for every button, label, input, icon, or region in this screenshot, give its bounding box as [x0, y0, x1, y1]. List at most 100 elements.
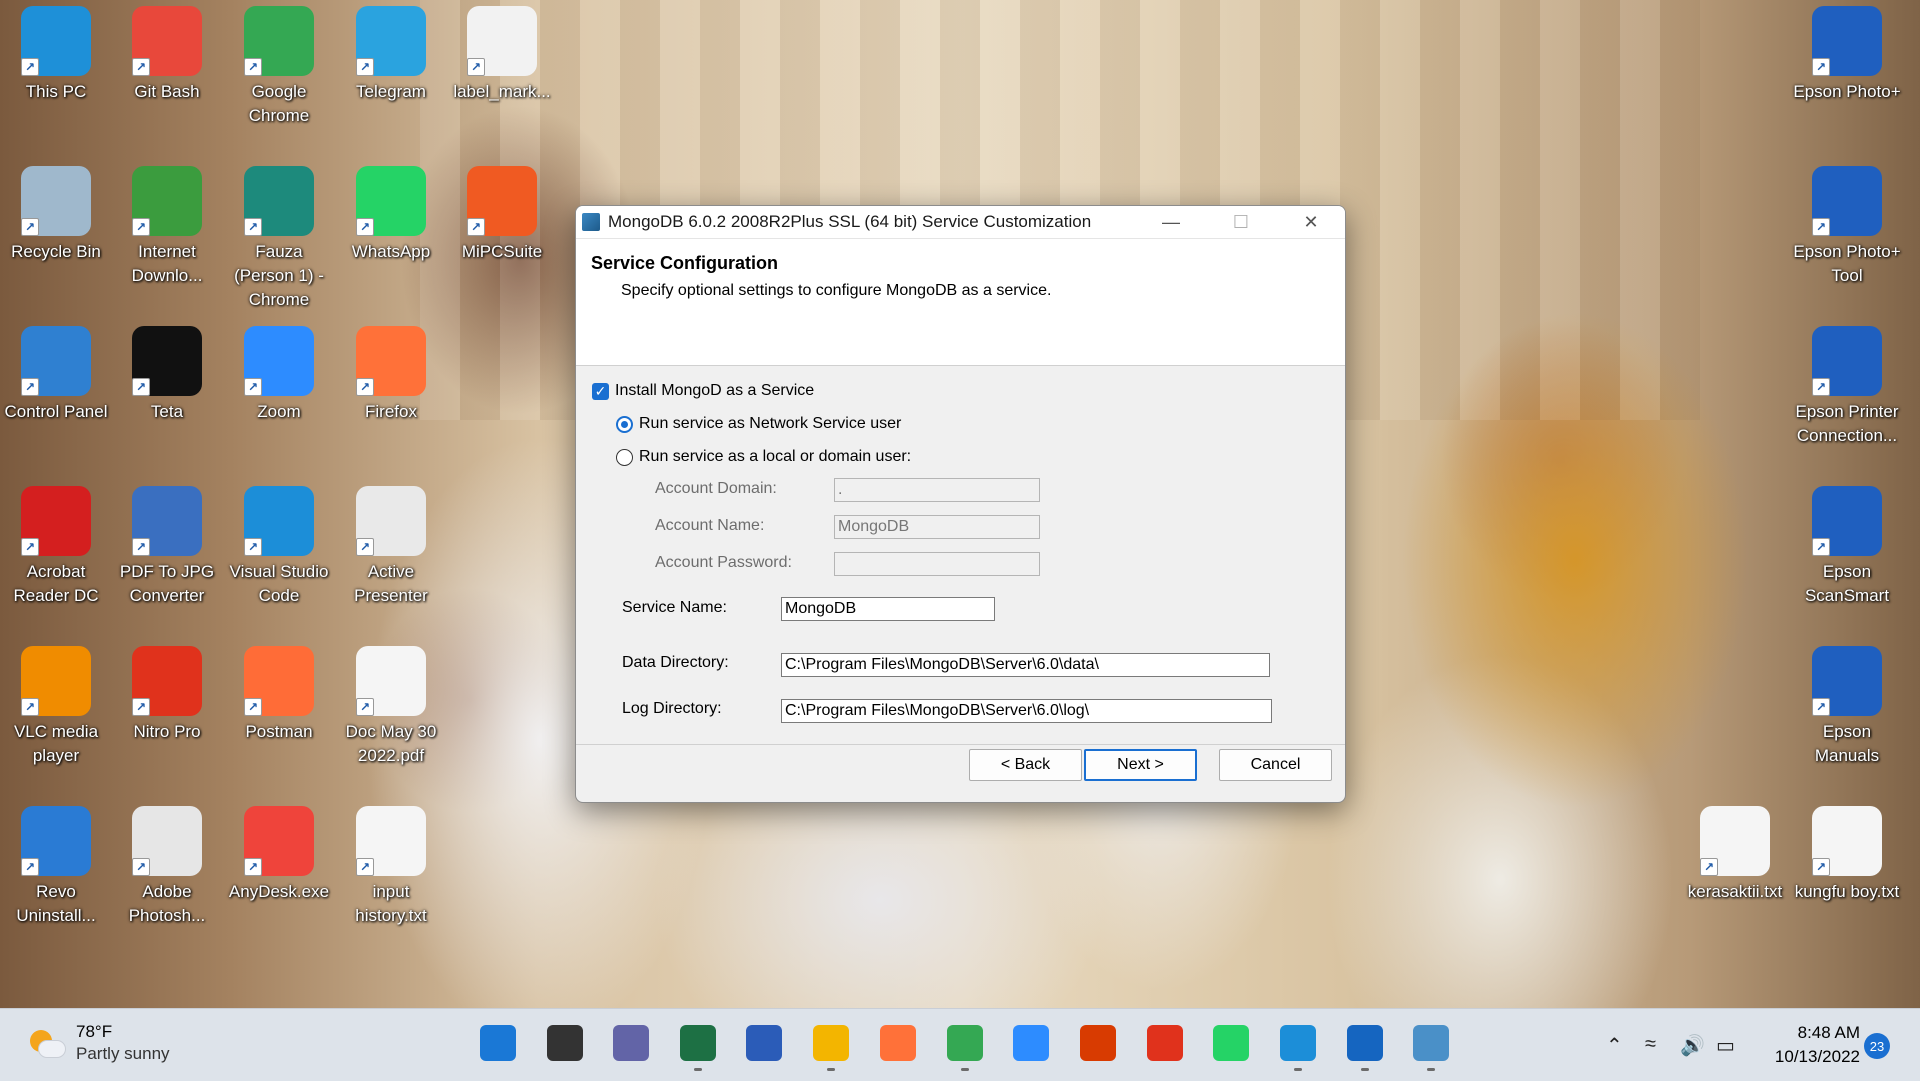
taskbar-chat-icon[interactable]	[613, 1025, 649, 1061]
visual-studio-code-icon: ↗	[244, 486, 314, 556]
desktop-icon-git-bash[interactable]: ↗ Git Bash	[113, 0, 221, 104]
desktop-icon-fauza-person-1-chrome[interactable]: ↗ Fauza (Person 1) - Chrome	[225, 160, 333, 312]
radio-network-service[interactable]: Run service as Network Service user	[616, 415, 901, 433]
desktop-icon-acrobat-reader-dc[interactable]: ↗ Acrobat Reader DC	[2, 480, 110, 608]
desktop-icon-nitro-pro[interactable]: ↗ Nitro Pro	[113, 640, 221, 744]
data-directory-input[interactable]: C:\Program Files\MongoDB\Server\6.0\data…	[781, 653, 1270, 677]
checkmark-icon: ✓	[592, 382, 609, 400]
desktop-icon-visual-studio-code[interactable]: ↗ Visual Studio Code	[225, 480, 333, 608]
desktop-icon-firefox[interactable]: ↗ Firefox	[337, 320, 445, 424]
control-panel-icon: ↗	[21, 326, 91, 396]
account-domain-label: Account Domain:	[655, 480, 777, 497]
show-hidden-icons-chevron-icon[interactable]: ⌃	[1606, 1033, 1623, 1058]
taskbar-file-explorer-icon[interactable]	[813, 1025, 849, 1061]
desktop-icon-epson-printer-connection[interactable]: ↗ Epson Printer Connection...	[1793, 320, 1901, 448]
taskbar-search-icon[interactable]	[547, 1025, 583, 1061]
desktop-icon-label: Visual Studio Code	[229, 562, 329, 605]
desktop-icon-this-pc[interactable]: ↗ This PC	[2, 0, 110, 104]
desktop-icon-epson-photo[interactable]: ↗ Epson Photo+	[1793, 0, 1901, 104]
taskbar-chrome-icon[interactable]	[947, 1025, 983, 1061]
install-service-checkbox[interactable]: ✓ Install MongoD as a Service	[592, 382, 814, 400]
anydesk-exe-icon: ↗	[244, 806, 314, 876]
taskbar-whatsapp-icon[interactable]	[1213, 1025, 1249, 1061]
desktop-icon-whatsapp[interactable]: ↗ WhatsApp	[337, 160, 445, 264]
desktop-icon-control-panel[interactable]: ↗ Control Panel	[2, 320, 110, 424]
taskbar-firefox-icon[interactable]	[880, 1025, 916, 1061]
desktop-icon-anydesk-exe[interactable]: ↗ AnyDesk.exe	[225, 800, 333, 904]
shortcut-arrow-icon: ↗	[21, 218, 39, 236]
taskbar-start-icon[interactable]	[480, 1025, 516, 1061]
desktop-icon-adobe-photosh[interactable]: ↗ Adobe Photosh...	[113, 800, 221, 928]
desktop-icon-label: input history.txt	[355, 882, 427, 925]
shortcut-arrow-icon: ↗	[244, 378, 262, 396]
service-customization-dialog: MongoDB 6.0.2 2008R2Plus SSL (64 bit) Se…	[575, 205, 1346, 803]
desktop-icon-label: Recycle Bin	[11, 242, 101, 261]
taskbar-setup-icon[interactable]	[1413, 1025, 1449, 1061]
desktop-icon-label: Adobe Photosh...	[128, 882, 206, 925]
radio-local-user[interactable]: Run service as a local or domain user:	[616, 448, 911, 466]
teta-icon: ↗	[132, 326, 202, 396]
desktop-icon-vlc-media-player[interactable]: ↗ VLC media player	[2, 640, 110, 768]
desktop-icon-epson-scansmart[interactable]: ↗ Epson ScanSmart	[1793, 480, 1901, 608]
running-indicator	[961, 1068, 969, 1071]
service-name-input[interactable]: MongoDB	[781, 597, 995, 621]
desktop-icon-teta[interactable]: ↗ Teta	[113, 320, 221, 424]
taskbar-vscode-icon[interactable]	[1280, 1025, 1316, 1061]
shortcut-arrow-icon: ↗	[21, 378, 39, 396]
log-directory-input[interactable]: C:\Program Files\MongoDB\Server\6.0\log\	[781, 699, 1272, 723]
back-button[interactable]: < Back	[969, 749, 1082, 781]
taskbar-zoom-icon[interactable]	[1013, 1025, 1049, 1061]
shortcut-arrow-icon: ↗	[1812, 698, 1830, 716]
desktop-icon-label: Postman	[245, 722, 313, 741]
desktop-icon-label: Git Bash	[134, 82, 200, 101]
desktop-icon-kungfu-boy-txt[interactable]: ↗ kungfu boy.txt	[1793, 800, 1901, 904]
desktop-icon-active-presenter[interactable]: ↗ Active Presenter	[337, 480, 445, 608]
desktop-icon-epson-manuals[interactable]: ↗ Epson Manuals	[1793, 640, 1901, 768]
adobe-photosh-icon: ↗	[132, 806, 202, 876]
taskbar: 78°F Partly sunny ⌃ ≈ 🔊 ▭ 8:48 AM 10/13/…	[0, 1008, 1920, 1081]
section-description: Specify optional settings to configure M…	[621, 282, 1052, 299]
shortcut-arrow-icon: ↗	[244, 218, 262, 236]
desktop-icon-input-history-txt[interactable]: ↗ input history.txt	[337, 800, 445, 928]
desktop-icon-doc-may-30-2022-pdf[interactable]: ↗ Doc May 30 2022.pdf	[337, 640, 445, 768]
firefox-icon: ↗	[356, 326, 426, 396]
desktop-icon-internet-downlo[interactable]: ↗ Internet Downlo...	[113, 160, 221, 288]
shortcut-arrow-icon: ↗	[132, 858, 150, 876]
taskbar-excel-icon[interactable]	[680, 1025, 716, 1061]
desktop-icon-postman[interactable]: ↗ Postman	[225, 640, 333, 744]
desktop-icon-kerasaktii-txt[interactable]: ↗ kerasaktii.txt	[1681, 800, 1789, 904]
install-service-label: Install MongoD as a Service	[615, 382, 815, 399]
dialog-body: ✓ Install MongoD as a Service Run servic…	[576, 366, 1345, 756]
shortcut-arrow-icon: ↗	[244, 58, 262, 76]
desktop-icon-mipcsuite[interactable]: ↗ MiPCSuite	[448, 160, 556, 264]
desktop-icon-telegram[interactable]: ↗ Telegram	[337, 0, 445, 104]
notification-badge[interactable]: 23	[1864, 1033, 1890, 1059]
desktop-icon-zoom[interactable]: ↗ Zoom	[225, 320, 333, 424]
taskbar-media-player-icon[interactable]	[1347, 1025, 1383, 1061]
battery-icon[interactable]: ▭	[1716, 1033, 1735, 1058]
desktop-icon-recycle-bin[interactable]: ↗ Recycle Bin	[2, 160, 110, 264]
dialog-titlebar[interactable]: MongoDB 6.0.2 2008R2Plus SSL (64 bit) Se…	[576, 206, 1345, 239]
desktop-icon-pdf-to-jpg-converter[interactable]: ↗ PDF To JPG Converter	[113, 480, 221, 608]
system-clock[interactable]: 8:48 AM 10/13/2022	[1740, 1021, 1860, 1069]
taskbar-office-icon[interactable]	[1080, 1025, 1116, 1061]
taskbar-nitro-icon[interactable]	[1147, 1025, 1183, 1061]
desktop-icon-google-chrome[interactable]: ↗ Google Chrome	[225, 0, 333, 128]
volume-icon[interactable]: 🔊	[1680, 1033, 1705, 1058]
account-password-field	[834, 552, 1040, 576]
close-button[interactable]: ✕	[1276, 206, 1345, 238]
weather-widget[interactable]: 78°F Partly sunny	[28, 1021, 170, 1065]
taskbar-word-icon[interactable]	[746, 1025, 782, 1061]
next-button[interactable]: Next >	[1084, 749, 1197, 781]
cancel-button[interactable]: Cancel	[1219, 749, 1332, 781]
desktop-icon-revo-uninstall[interactable]: ↗ Revo Uninstall...	[2, 800, 110, 928]
desktop-icon-label: Firefox	[365, 402, 417, 421]
desktop-icon-label-mark[interactable]: ↗ label_mark...	[448, 0, 556, 104]
minimize-button[interactable]: —	[1136, 206, 1206, 238]
desktop-icon-epson-photo-tool[interactable]: ↗ Epson Photo+ Tool	[1793, 160, 1901, 288]
wifi-icon[interactable]: ≈	[1645, 1033, 1656, 1056]
desktop-icon-label: Google Chrome	[248, 82, 310, 125]
shortcut-arrow-icon: ↗	[467, 218, 485, 236]
epson-manuals-icon: ↗	[1812, 646, 1882, 716]
account-domain-field: .	[834, 478, 1040, 502]
